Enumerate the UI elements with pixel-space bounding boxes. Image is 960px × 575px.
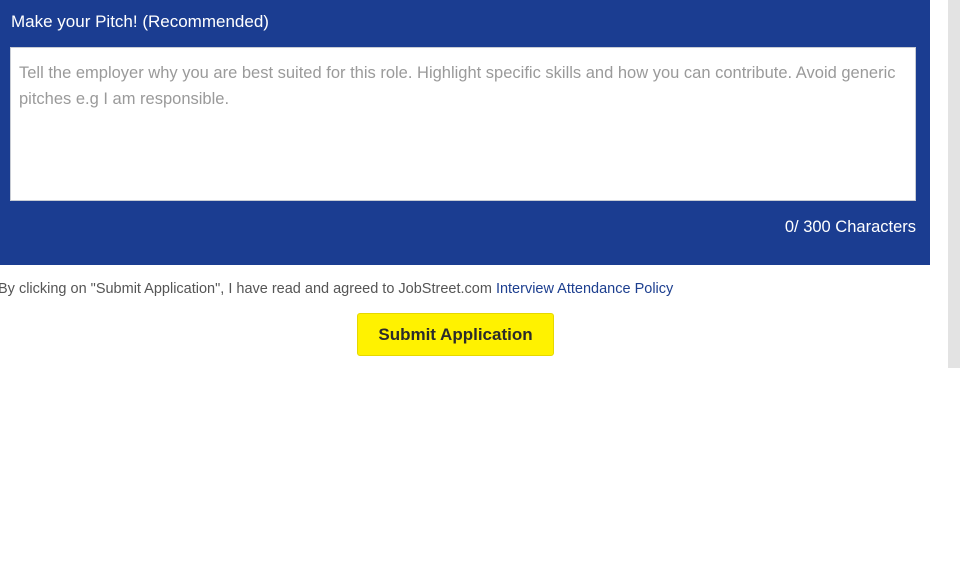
pitch-textarea[interactable] xyxy=(10,47,916,201)
consent-label: By clicking on "Submit Application", I h… xyxy=(0,281,496,297)
character-counter: 0/ 300 Characters xyxy=(784,218,916,236)
pitch-title: Make your Pitch! (Recommended) xyxy=(11,12,269,31)
pitch-panel: Make your Pitch! (Recommended) 0/ 300 Ch… xyxy=(0,0,930,265)
scrollbar[interactable] xyxy=(948,0,960,368)
consent-text: By clicking on "Submit Application", I h… xyxy=(0,280,673,298)
submit-application-button[interactable]: Submit Application xyxy=(357,313,554,356)
application-page: Make your Pitch! (Recommended) 0/ 300 Ch… xyxy=(0,0,960,575)
interview-attendance-policy-link[interactable]: Interview Attendance Policy xyxy=(496,281,673,297)
